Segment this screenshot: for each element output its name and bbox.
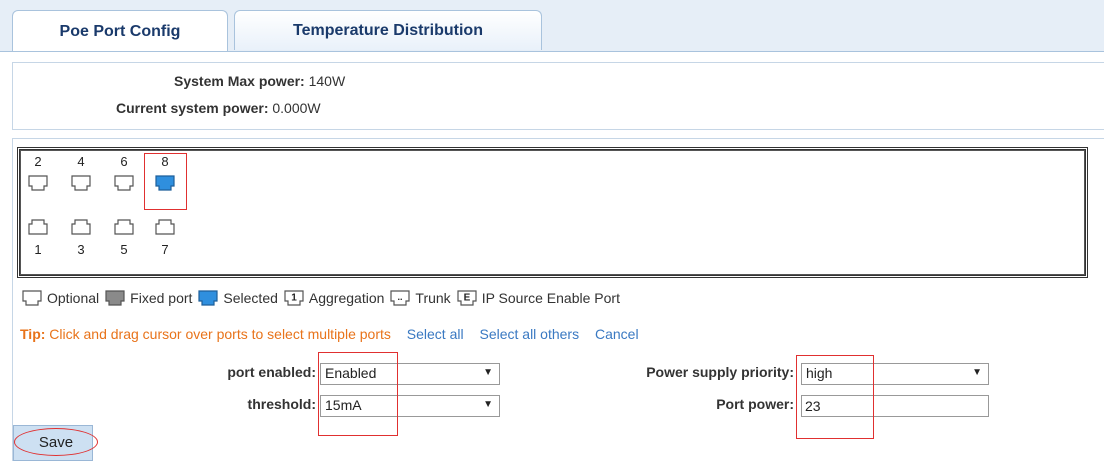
selected-port-icon [198, 290, 219, 306]
legend-trunk-label: Trunk [415, 290, 451, 306]
legend-selected-label: Selected [223, 290, 278, 306]
current-power-value: 0.000W [272, 100, 321, 116]
port-number: 1 [34, 242, 42, 257]
port-1[interactable]: 1 [24, 218, 52, 278]
legend-ipsource: E IP Source Enable Port [455, 289, 620, 307]
port-optional-icon [155, 219, 175, 235]
max-power-value: 140W [308, 73, 346, 89]
system-max-power: System Max power: 140W [174, 73, 345, 89]
port-2[interactable]: 2 [24, 154, 52, 214]
port-optional-icon [71, 175, 91, 191]
select-all-others-link[interactable]: Select all others [479, 326, 579, 342]
tip-label: Tip: [20, 326, 46, 342]
selected-port-highlight [144, 153, 187, 210]
ip-source-port-icon: E [457, 290, 477, 306]
select-all-link[interactable]: Select all [407, 326, 464, 342]
port-optional-icon [71, 219, 91, 235]
chevron-down-icon: ▼ [483, 367, 493, 378]
trunk-port-icon: .. [390, 290, 411, 306]
port-number: 6 [120, 154, 128, 169]
legend-aggregation: 1 Aggregation [282, 289, 385, 307]
optional-port-icon [22, 290, 42, 306]
aggregation-glyph: 1 [291, 293, 297, 304]
fixed-port-icon [105, 290, 125, 306]
port-3[interactable]: 3 [67, 218, 95, 278]
legend-fixed-label: Fixed port [130, 290, 193, 306]
legend-optional-label: Optional [47, 290, 100, 306]
tab-poe-port-config[interactable]: Poe Port Config [12, 10, 228, 52]
port-number: 2 [34, 154, 42, 169]
port-5[interactable]: 5 [110, 218, 138, 278]
port-optional-icon [114, 219, 134, 235]
port-legend: Optional Fixed port Selected 1 Aggregati… [20, 287, 624, 309]
max-power-label: System Max power: [174, 73, 305, 89]
port-6[interactable]: 6 [110, 154, 138, 214]
legend-optional: Optional [20, 289, 99, 307]
tip-row: Tip: Click and drag cursor over ports to… [20, 326, 639, 342]
port-number: 7 [161, 242, 169, 257]
port-optional-icon [28, 175, 48, 191]
priority-power-highlight [796, 355, 874, 439]
legend-ipsource-label: IP Source Enable Port [481, 290, 620, 306]
threshold-label: threshold: [247, 396, 316, 412]
chevron-down-icon: ▼ [483, 399, 493, 410]
save-button[interactable]: Save [14, 428, 98, 456]
trunk-glyph: .. [398, 292, 403, 302]
aggregation-port-icon: 1 [284, 290, 304, 306]
port-enabled-label: port enabled: [227, 364, 316, 380]
tab-divider [0, 51, 1104, 52]
tip-text: Click and drag cursor over ports to sele… [49, 326, 391, 342]
legend-trunk: .. Trunk [388, 289, 451, 307]
port-optional-icon [28, 219, 48, 235]
legend-aggregation-label: Aggregation [308, 290, 385, 306]
legend-fixed: Fixed port [103, 289, 192, 307]
port-number: 3 [77, 242, 85, 257]
legend-selected: Selected [196, 289, 278, 307]
port-number: 4 [77, 154, 85, 169]
ipsource-glyph: E [463, 293, 470, 304]
power-supply-priority-label: Power supply priority: [646, 364, 794, 380]
port-optional-icon [114, 175, 134, 191]
port-number: 5 [120, 242, 128, 257]
tab-temperature-distribution[interactable]: Temperature Distribution [234, 10, 542, 50]
port-4[interactable]: 4 [67, 154, 95, 214]
current-system-power: Current system power: 0.000W [116, 100, 321, 116]
current-power-label: Current system power: [116, 100, 269, 116]
chevron-down-icon: ▼ [972, 367, 982, 378]
cancel-link[interactable]: Cancel [595, 326, 639, 342]
enabled-threshold-highlight [318, 352, 398, 436]
port-power-label: Port power: [716, 396, 794, 412]
port-7[interactable]: 7 [151, 218, 179, 278]
tab-bar: Poe Port Config Temperature Distribution [0, 0, 1104, 52]
